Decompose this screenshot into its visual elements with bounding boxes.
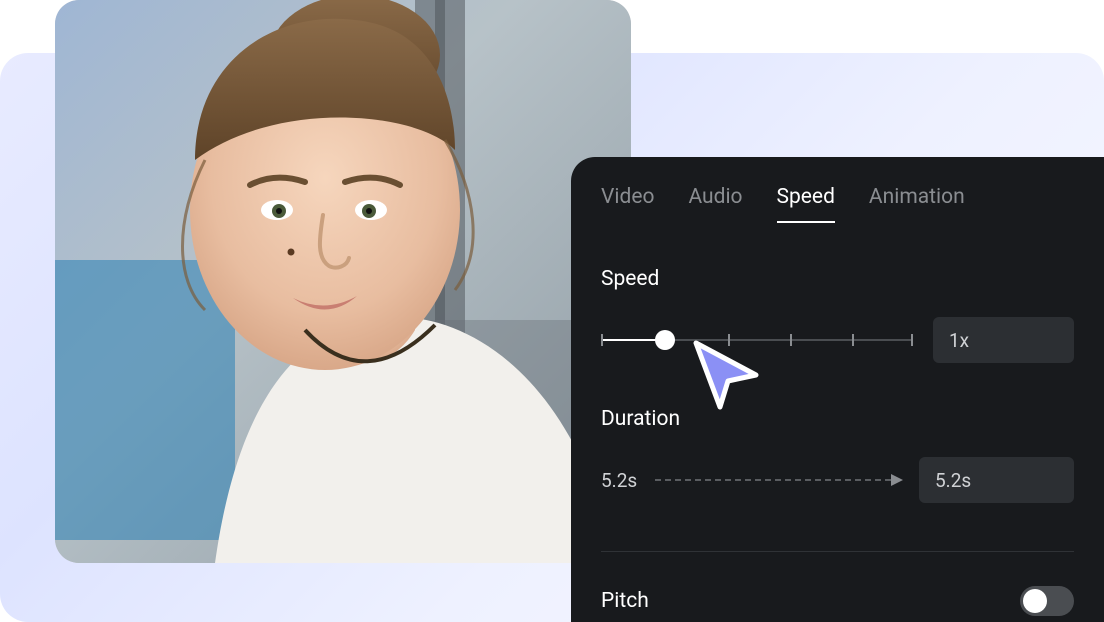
duration-label: Duration	[601, 407, 1074, 431]
pitch-label: Pitch	[601, 589, 649, 613]
speed-label: Speed	[601, 267, 1074, 291]
section-divider	[601, 551, 1074, 552]
pitch-toggle-thumb	[1023, 589, 1047, 613]
speed-value-input[interactable]: 1x	[933, 317, 1074, 363]
duration-section: Duration 5.2s 5.2s	[601, 407, 1074, 503]
duration-target-input[interactable]: 5.2s	[919, 457, 1074, 503]
speed-slider[interactable]	[601, 328, 911, 352]
tab-animation[interactable]: Animation	[869, 185, 965, 223]
tab-speed[interactable]: Speed	[777, 185, 835, 223]
speed-section: Speed 1x	[601, 267, 1074, 363]
pitch-toggle[interactable]	[1020, 586, 1074, 616]
tab-video[interactable]: Video	[601, 185, 654, 223]
inspector-panel: Video Audio Speed Animation Speed 1x Dur…	[571, 157, 1104, 622]
tab-audio[interactable]: Audio	[688, 185, 742, 223]
duration-current-value: 5.2s	[601, 469, 637, 492]
pitch-section: Pitch	[601, 586, 1074, 616]
duration-arrow-icon	[655, 479, 901, 481]
video-preview-thumbnail	[55, 0, 631, 563]
speed-slider-thumb[interactable]	[655, 330, 675, 350]
inspector-tabs: Video Audio Speed Animation	[601, 185, 1074, 223]
